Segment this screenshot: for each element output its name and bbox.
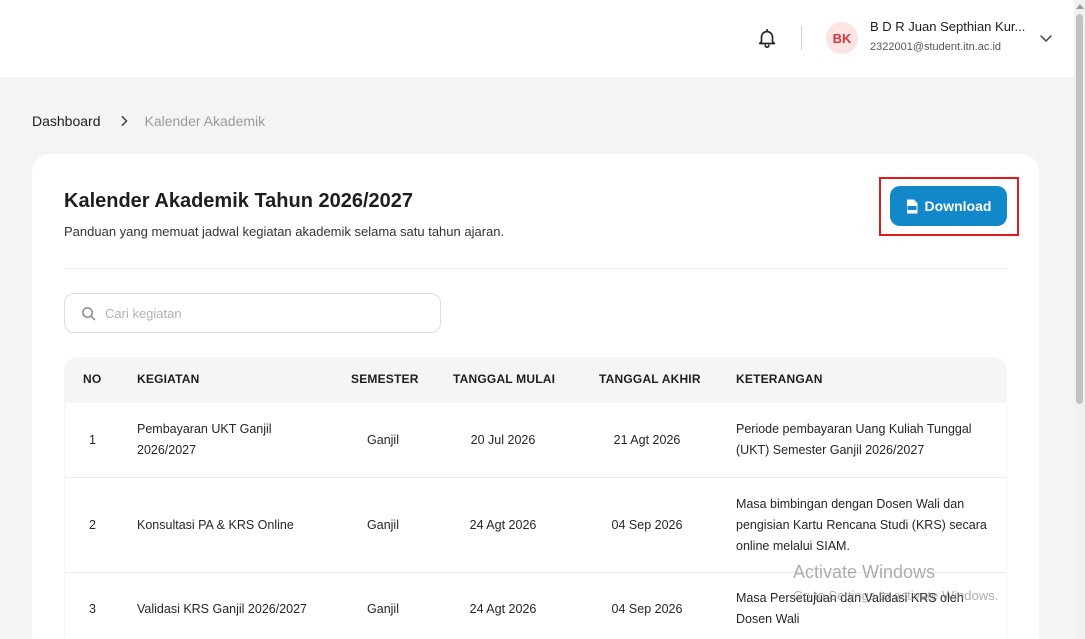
row-tanggal-mulai: 20 Jul 2026: [470, 433, 536, 447]
pdf-file-icon: [906, 199, 918, 213]
row-tanggal-akhir: 04 Sep 2026: [611, 518, 683, 532]
row-semester: Ganjil: [367, 518, 399, 532]
row-keterangan: Periode pembayaran Uang Kuliah Tunggal (…: [736, 422, 972, 457]
section-divider: [64, 268, 1007, 269]
search-box[interactable]: [64, 293, 441, 333]
table-row: 2 Konsultasi PA & KRS Online Ganjil 24 A…: [65, 478, 1006, 573]
column-header-semester: SEMESTER: [351, 372, 419, 386]
row-no: 1: [89, 433, 96, 447]
search-input[interactable]: [105, 305, 425, 321]
download-label: Download: [924, 198, 992, 214]
column-header-keterangan: KETERANGAN: [736, 372, 823, 386]
search-icon: [82, 306, 96, 320]
table-header: NO KEGIATAN SEMESTER TANGGAL MULAI TANGG…: [64, 357, 1007, 403]
row-kegiatan: Pembayaran UKT Ganjil 2026/2027: [137, 422, 272, 457]
activate-windows-watermark: Activate Windows: [793, 562, 936, 582]
column-header-kegiatan: KEGIATAN: [137, 372, 200, 386]
activate-windows-hint: Go to Settings to activate Windows.: [793, 588, 999, 603]
header-divider: [801, 26, 802, 50]
column-header-tanggal-akhir: TANGGAL AKHIR: [599, 372, 701, 386]
row-kegiatan: Validasi KRS Ganjil 2026/2027: [137, 602, 308, 616]
column-header-no: NO: [83, 372, 102, 386]
row-tanggal-akhir: 21 Agt 2026: [613, 433, 681, 447]
top-bar: BK B D R Juan Septhian Kur... 2322001@st…: [0, 0, 1074, 77]
column-header-tanggal-mulai: TANGGAL MULAI: [453, 372, 556, 386]
scroll-up-arrow-icon[interactable]: [1076, 4, 1084, 9]
row-semester: Ganjil: [367, 433, 399, 447]
table-body: 1 Pembayaran UKT Ganjil 2026/2027 Ganjil…: [65, 403, 1006, 639]
table-row: 1 Pembayaran UKT Ganjil 2026/2027 Ganjil…: [65, 403, 1006, 478]
row-no: 2: [89, 518, 96, 532]
page-title: Kalender Akademik Tahun 2026/2027: [64, 190, 414, 212]
user-avatar[interactable]: BK: [826, 22, 858, 54]
breadcrumb-current: Kalender Akademik: [144, 113, 266, 129]
chevron-right-icon: [121, 115, 127, 127]
download-button[interactable]: Download: [890, 186, 1007, 226]
user-email: 2322001@student.itn.ac.id: [870, 41, 1002, 53]
row-tanggal-mulai: 24 Agt 2026: [469, 602, 537, 616]
row-no: 3: [89, 602, 96, 616]
row-kegiatan: Konsultasi PA & KRS Online: [137, 518, 294, 532]
breadcrumb-dashboard-link[interactable]: Dashboard: [32, 113, 101, 129]
row-keterangan: Masa bimbingan dengan Dosen Wali dan pen…: [736, 497, 987, 553]
chevron-down-icon[interactable]: [1038, 30, 1054, 46]
notification-bell-icon[interactable]: [756, 26, 778, 50]
scrollbar-thumb[interactable]: [1076, 14, 1083, 404]
row-tanggal-mulai: 24 Agt 2026: [469, 518, 537, 532]
user-name[interactable]: B D R Juan Septhian Kur...: [870, 19, 1028, 34]
breadcrumb: Dashboard Kalender Akademik: [32, 113, 265, 129]
row-semester: Ganjil: [367, 602, 399, 616]
row-tanggal-akhir: 04 Sep 2026: [611, 602, 683, 616]
page-subtitle: Panduan yang memuat jadwal kegiatan akad…: [64, 224, 505, 239]
